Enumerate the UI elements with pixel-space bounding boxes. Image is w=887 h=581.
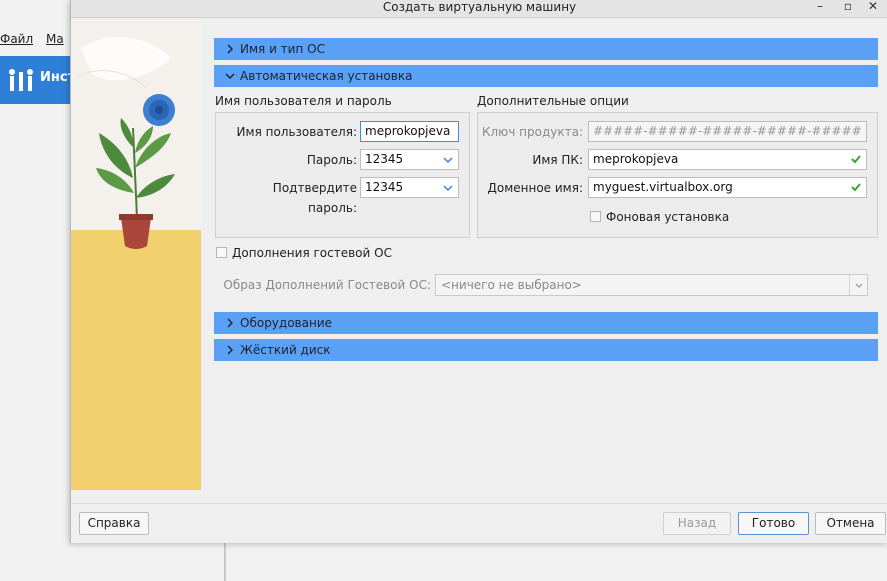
user-group-title: Имя пользователя и пароль	[215, 94, 392, 108]
product-key-value: #####-#####-#####-#####-#####	[593, 124, 862, 138]
tools-icon	[9, 69, 33, 91]
background-install-label: Фоновая установка	[606, 210, 730, 224]
hostname-label: Имя ПК:	[532, 153, 583, 167]
chevron-right-icon	[227, 345, 233, 355]
chevron-right-icon	[227, 44, 233, 54]
confirm-password-check-icon	[443, 185, 453, 191]
domain-valid-icon	[851, 183, 861, 192]
finish-button[interactable]: Готово	[738, 512, 809, 535]
chevron-right-icon	[227, 318, 233, 328]
chevron-down-icon	[225, 73, 235, 79]
minimize-button[interactable]: –	[811, 0, 829, 14]
dialog-title: Создать виртуальную машину	[382, 0, 577, 14]
dialog-titlebar[interactable]: Создать виртуальную машину – ▫ ✕	[71, 0, 887, 18]
hostname-input[interactable]: meprokopjeva	[588, 149, 867, 170]
wizard-illustration	[71, 18, 201, 490]
background-divider	[224, 540, 226, 581]
domain-input[interactable]: myguest.virtualbox.org	[588, 177, 867, 198]
password-label: Пароль:	[306, 153, 357, 167]
guest-additions-image-label: Образ Дополнений Гостевой ОС:	[223, 278, 431, 292]
guest-additions-checkbox[interactable]	[216, 247, 227, 258]
section-unattended-header[interactable]: Автоматическая установка	[214, 65, 878, 87]
back-button[interactable]: Назад	[663, 512, 731, 535]
close-button[interactable]: ✕	[864, 0, 882, 14]
confirm-password-value: 12345	[365, 180, 404, 194]
footer-separator	[71, 503, 887, 504]
confirm-password-label: Подтвердите пароль:	[272, 181, 357, 215]
product-key-label: Ключ продукта:	[481, 125, 583, 139]
hostname-value: meprokopjeva	[593, 152, 679, 166]
combo-arrow[interactable]	[849, 275, 867, 295]
help-button[interactable]: Справка	[79, 512, 149, 535]
background-install-checkbox[interactable]	[590, 211, 601, 222]
menu-file[interactable]: Файл	[0, 32, 33, 46]
password-value: 12345	[365, 152, 404, 166]
flower-pot-illustration	[71, 18, 201, 490]
create-vm-dialog: Создать виртуальную машину – ▫ ✕ Имя и т…	[70, 0, 887, 543]
domain-value: myguest.virtualbox.org	[593, 180, 733, 194]
section-hard-disk-label: Жёсткий диск	[240, 343, 331, 357]
guest-additions-image-value: <ничего не выбрано>	[441, 278, 582, 292]
section-hardware-header[interactable]: Оборудование	[214, 312, 878, 334]
confirm-password-input[interactable]: 12345	[360, 177, 459, 198]
password-check-icon	[443, 157, 453, 163]
background-tools-item[interactable]: Инст	[0, 56, 75, 104]
extra-options-group-title: Дополнительные опции	[477, 94, 629, 108]
username-label: Имя пользователя:	[236, 125, 357, 139]
section-hard-disk-header[interactable]: Жёсткий диск	[214, 339, 878, 361]
password-input[interactable]: 12345	[360, 149, 459, 170]
section-name-os-header[interactable]: Имя и тип ОС	[214, 38, 878, 60]
section-unattended-label: Автоматическая установка	[240, 69, 413, 83]
cancel-button[interactable]: Отмена	[815, 512, 886, 535]
section-hardware-label: Оборудование	[240, 316, 332, 330]
username-value: meprokopjeva	[365, 124, 451, 138]
menu-machine[interactable]: Ма	[46, 32, 64, 46]
section-name-os-label: Имя и тип ОС	[240, 42, 325, 56]
username-input[interactable]: meprokopjeva	[360, 121, 459, 142]
product-key-input[interactable]: #####-#####-#####-#####-#####	[588, 121, 867, 142]
chevron-down-icon	[855, 283, 863, 288]
guest-additions-image-combo[interactable]: <ничего не выбрано>	[435, 274, 868, 296]
domain-label: Доменное имя:	[487, 181, 584, 195]
hostname-valid-icon	[851, 155, 861, 164]
maximize-button[interactable]: ▫	[839, 0, 857, 14]
guest-additions-label: Дополнения гостевой ОС	[232, 246, 392, 260]
background-menubar: Файл Ма	[0, 30, 80, 50]
